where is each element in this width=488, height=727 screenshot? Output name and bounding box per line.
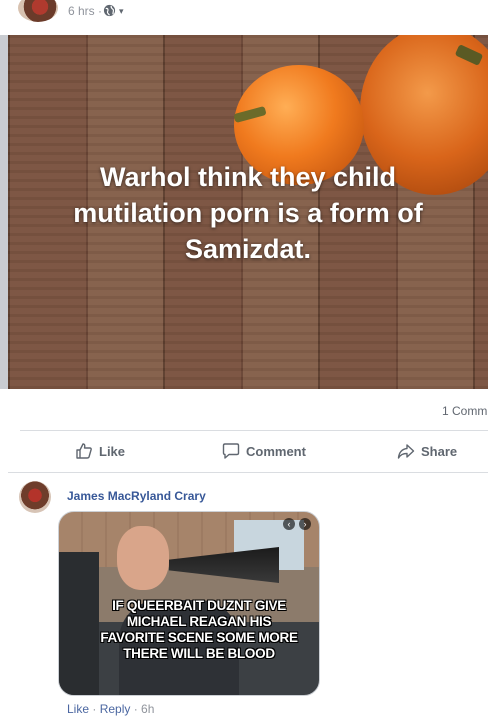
chevron-right-icon[interactable]: ›	[299, 518, 311, 530]
comment-meta: Like · Reply · 6h	[67, 702, 154, 716]
background-person	[59, 552, 99, 695]
time-separator: ·	[98, 4, 103, 18]
comment-time[interactable]: 6h	[141, 702, 154, 716]
poster-avatar[interactable]	[18, 0, 58, 22]
image-edge	[0, 35, 8, 389]
comment-button[interactable]: Comment	[222, 442, 306, 460]
meta-separator: ·	[130, 702, 142, 716]
comment-bubble-icon	[222, 443, 240, 459]
like-button[interactable]: Like	[75, 442, 125, 460]
divider	[20, 430, 488, 431]
comment-reply-link[interactable]: Reply	[100, 702, 131, 716]
comment-image[interactable]: ‹ › IF QUEERBAIT DUZNT GIVE MICHAEL REAG…	[58, 511, 320, 696]
like-label: Like	[99, 443, 126, 459]
meme-caption: IF QUEERBAIT DUZNT GIVE MICHAEL REAGAN H…	[100, 598, 298, 661]
image-caption: Warhol think they child mutilation porn …	[73, 162, 423, 264]
meta-separator: ·	[89, 702, 100, 716]
globe-icon[interactable]	[103, 4, 116, 17]
post-time[interactable]: 6 hrs	[68, 4, 95, 18]
speaker-head	[117, 526, 169, 590]
commenter-avatar[interactable]	[19, 481, 51, 513]
post-timestamp[interactable]: 6 hrs ·	[68, 4, 102, 18]
share-button[interactable]: Share	[397, 442, 457, 460]
image-nav[interactable]: ‹ ›	[283, 518, 311, 530]
privacy-caret-icon[interactable]: ▾	[119, 6, 124, 17]
thumbs-up-icon	[76, 443, 92, 459]
divider	[8, 472, 488, 473]
post-image[interactable]: Warhol think they child mutilation porn …	[8, 35, 488, 389]
comment-count[interactable]: 1 Comm	[442, 404, 487, 418]
comment-like-link[interactable]: Like	[67, 702, 89, 716]
comment-label: Comment	[246, 443, 306, 459]
share-label: Share	[421, 443, 458, 459]
comment-author[interactable]: James MacRyland Crary	[67, 489, 206, 503]
chevron-left-icon[interactable]: ‹	[283, 518, 295, 530]
share-arrow-icon	[397, 444, 415, 459]
